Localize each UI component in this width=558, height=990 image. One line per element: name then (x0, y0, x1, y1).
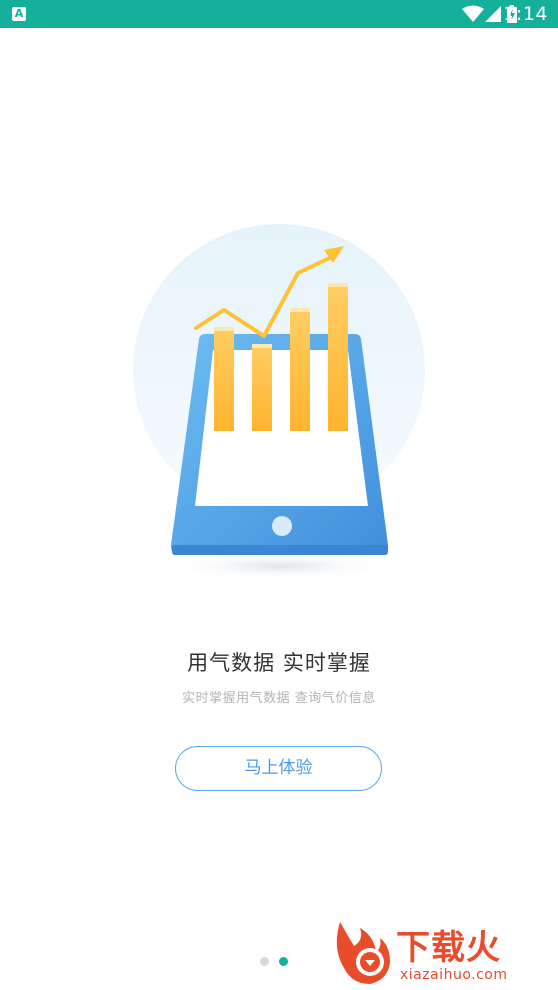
cellular-signal-icon (485, 6, 501, 22)
app-notification-icon: A (12, 7, 26, 21)
wifi-icon (462, 5, 484, 22)
page-dot-1[interactable] (260, 957, 269, 966)
home-button-icon (272, 516, 292, 536)
onboarding-headline: 用气数据 实时掌握 (187, 651, 371, 675)
status-clock: 1:14 (503, 3, 548, 25)
xiazaihuo-watermark: 下载火 xiazaihuo.com (330, 918, 558, 990)
watermark-title: 下载火 (396, 928, 501, 968)
start-experience-button[interactable]: 马上体验 (175, 746, 382, 791)
status-bar: A 1:14 (0, 0, 558, 28)
tablet-chart-illustration (133, 224, 425, 580)
tablet-device (170, 334, 389, 555)
watermark-url: xiazaihuo.com (400, 967, 508, 983)
tablet-shadow (160, 552, 400, 580)
flame-logo-icon (336, 922, 390, 984)
page-dot-2[interactable] (279, 957, 288, 966)
onboarding-subline: 实时掌握用气数据 查询气价信息 (182, 691, 376, 706)
